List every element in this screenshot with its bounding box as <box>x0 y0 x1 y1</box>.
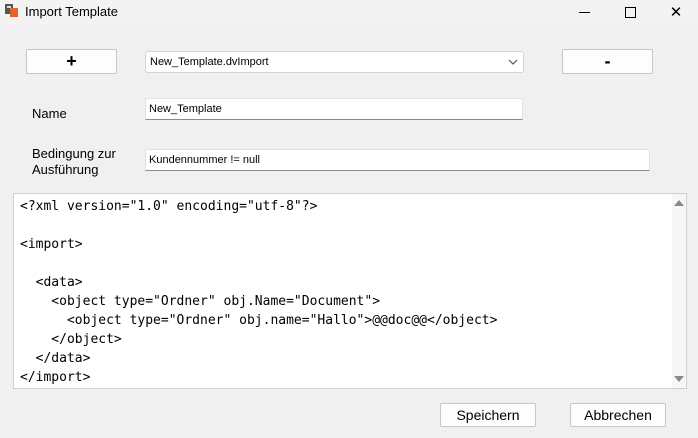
app-icon <box>5 4 18 17</box>
save-button[interactable]: Speichern <box>440 403 536 427</box>
editor-scrollbar[interactable] <box>672 194 686 388</box>
close-button[interactable]: ✕ <box>653 0 698 24</box>
template-dropdown-value: New_Template.dvImport <box>150 56 269 68</box>
remove-template-button[interactable]: - <box>562 49 653 74</box>
chevron-down-icon <box>508 59 518 65</box>
cancel-button[interactable]: Abbrechen <box>570 403 666 427</box>
minimize-icon <box>578 11 590 13</box>
maximize-button[interactable] <box>607 0 653 24</box>
condition-label: Bedingung zur Ausführung <box>32 146 116 177</box>
template-code-editor[interactable]: <?xml version="1.0" encoding="utf-8"?> <… <box>13 193 687 389</box>
add-template-button[interactable]: + <box>26 49 117 74</box>
title-bar: Import Template ✕ <box>0 0 698 24</box>
minimize-button[interactable] <box>561 0 607 24</box>
window-title: Import Template <box>25 4 118 19</box>
template-dropdown[interactable]: New_Template.dvImport <box>145 51 524 73</box>
maximize-icon <box>624 6 636 18</box>
condition-field[interactable]: Kundennummer != null <box>145 149 650 171</box>
scroll-up-arrow-icon[interactable] <box>674 200 684 206</box>
scroll-down-arrow-icon[interactable] <box>674 376 684 382</box>
name-label: Name <box>32 106 67 121</box>
close-icon: ✕ <box>669 3 683 21</box>
template-code-text: <?xml version="1.0" encoding="utf-8"?> <… <box>20 199 498 385</box>
name-field[interactable]: New_Template <box>145 98 523 120</box>
